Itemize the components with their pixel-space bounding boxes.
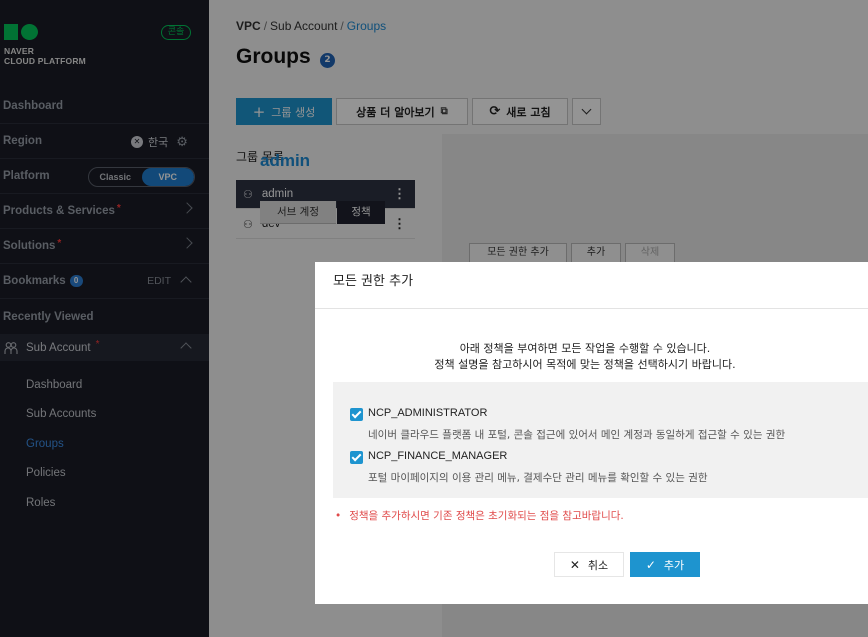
cancel-label: 취소 <box>587 558 609 572</box>
check-icon: ✓ <box>645 557 656 572</box>
policy-checkbox-ncp-finance-manager[interactable] <box>350 451 363 464</box>
modal-description-line1: 아래 정책을 부여하면 모든 작업을 수행할 수 있습니다. <box>459 342 711 355</box>
policy-name: NCP_ADMINISTRATOR <box>368 407 488 419</box>
cancel-button[interactable]: ✕ 취소 <box>554 552 624 577</box>
add-label: 추가 <box>663 558 685 572</box>
policy-description: 네이버 클라우드 플랫폼 내 포털, 콘솔 접근에 있어서 메인 계정과 동일하… <box>368 429 786 441</box>
modal-description: 아래 정책을 부여하면 모든 작업을 수행할 수 있습니다. 정책 설명을 참고… <box>315 341 855 373</box>
policy-list: NCP_ADMINISTRATOR 네이버 클라우드 플랫폼 내 포털, 콘솔 … <box>333 382 868 498</box>
close-icon: ✕ <box>569 557 580 572</box>
modal-warning-text: 정책을 추가하시면 기존 정책은 초기화되는 점을 참고바랍니다. <box>349 510 624 522</box>
bullet-icon: • <box>335 510 342 522</box>
modal-title: 모든 권한 추가 <box>315 262 868 309</box>
modal-description-line2: 정책 설명을 참고하시어 목적에 맞는 정책을 선택하시기 바랍니다. <box>434 358 736 371</box>
add-button[interactable]: ✓ 추가 <box>630 552 700 577</box>
policy-checkbox-ncp-administrator[interactable] <box>350 408 363 421</box>
add-all-permissions-modal: 모든 권한 추가 아래 정책을 부여하면 모든 작업을 수행할 수 있습니다. … <box>315 262 868 604</box>
modal-warning-note: • 정책을 추가하시면 기존 정책은 초기화되는 점을 참고바랍니다. <box>335 508 624 523</box>
policy-description: 포털 마이페이지의 이용 관리 메뉴, 결제수단 관리 메뉴를 확인할 수 있는… <box>368 472 708 484</box>
policy-name: NCP_FINANCE_MANAGER <box>368 450 508 462</box>
